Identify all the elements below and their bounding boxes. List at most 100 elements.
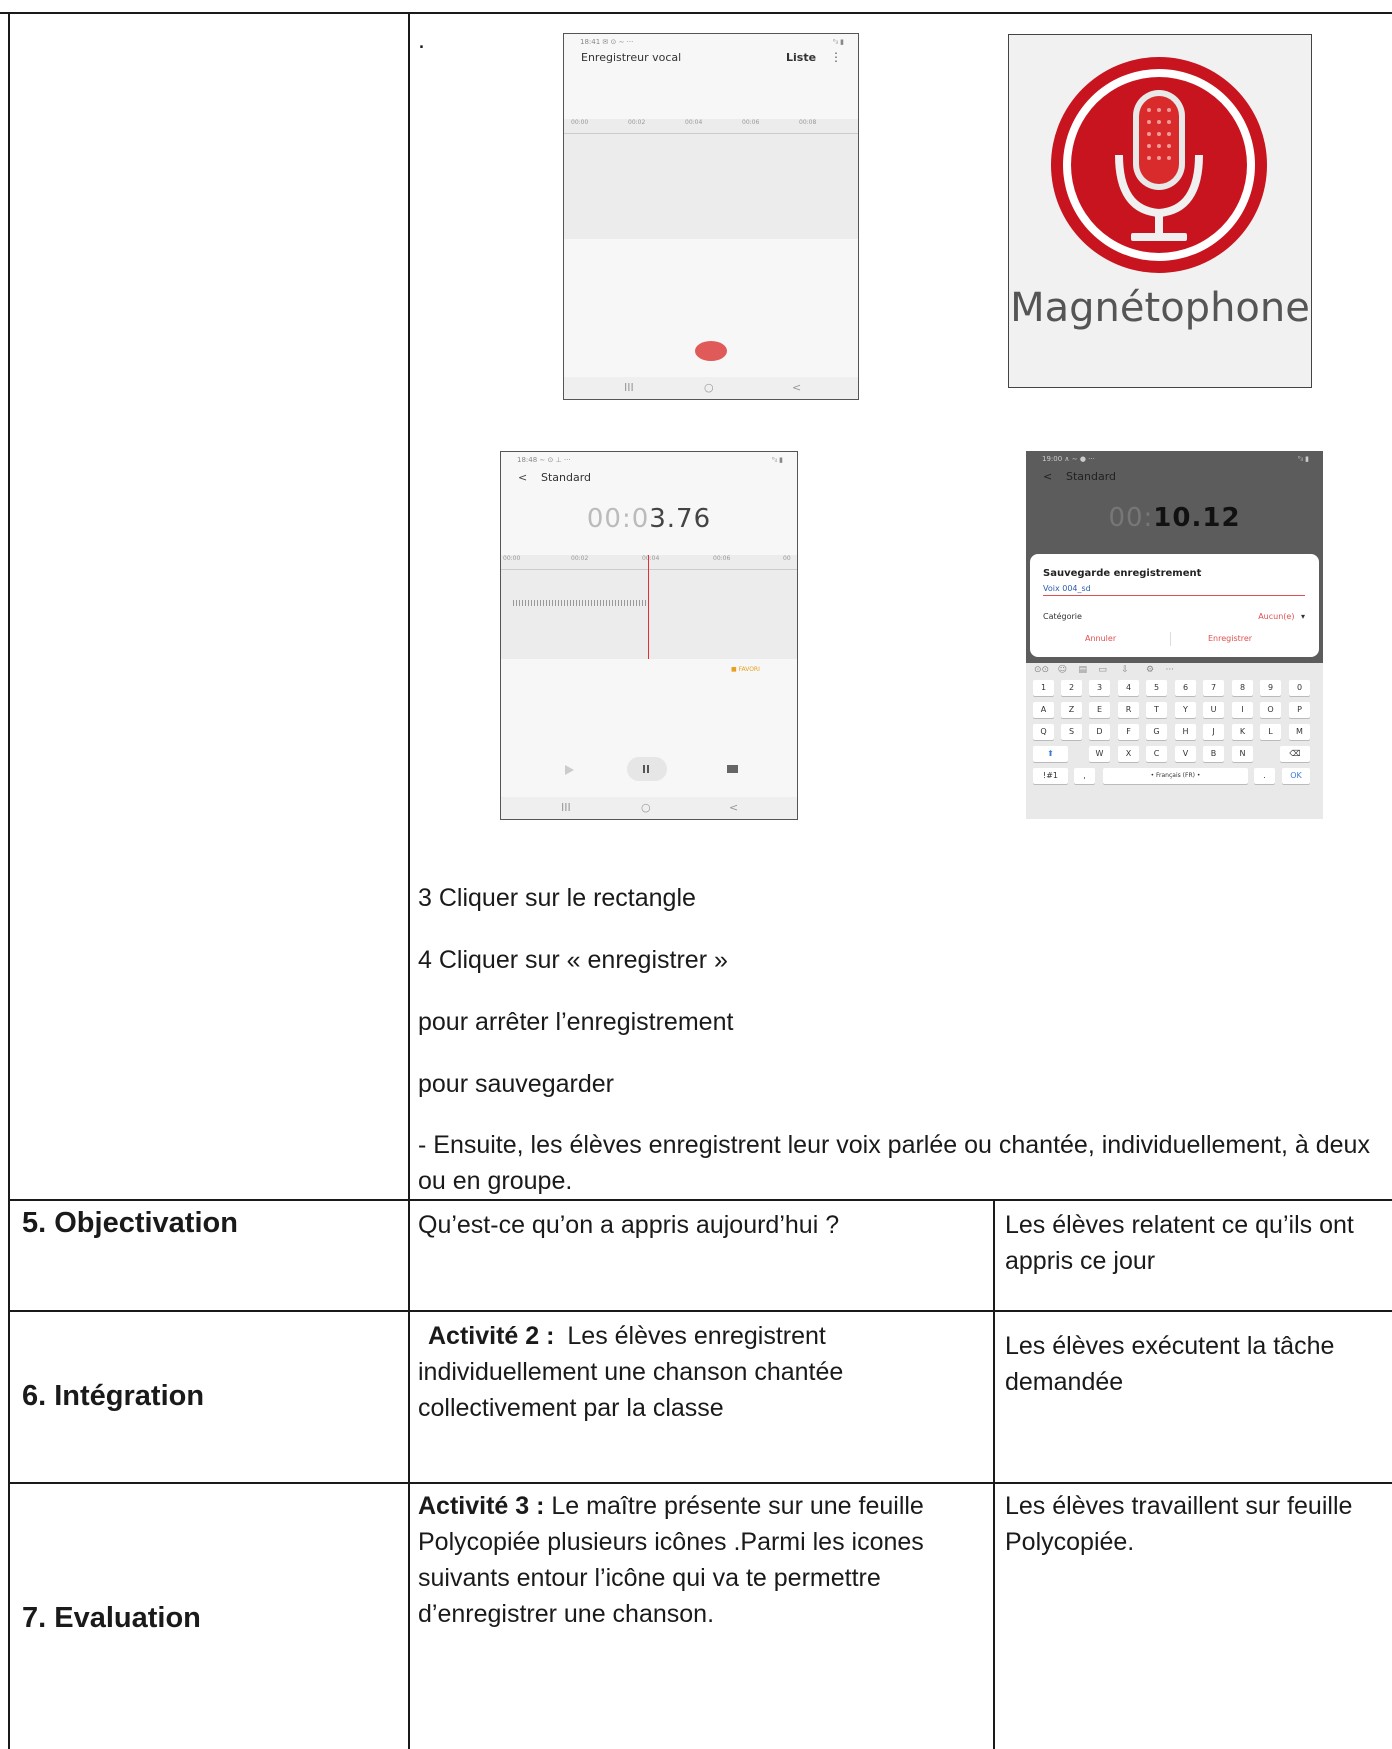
back-icon[interactable]: < — [792, 381, 801, 394]
home-icon[interactable]: ○ — [704, 381, 714, 394]
integration-response: Les élèves exécutent la tâche demandée — [1005, 1332, 1335, 1396]
key[interactable]: Q — [1033, 724, 1054, 740]
tick-label: 00 — [783, 555, 791, 562]
home-icon[interactable]: ○ — [641, 801, 651, 814]
filename-input[interactable]: Voix 004_sd — [1043, 584, 1305, 596]
key[interactable]: W — [1089, 746, 1110, 762]
back-arrow-icon[interactable]: < — [1043, 470, 1052, 483]
key[interactable]: R — [1118, 702, 1139, 718]
waveform — [513, 600, 648, 606]
navigation-bar: III ○ < — [501, 797, 797, 819]
navigation-bar: III ○ < — [564, 377, 858, 399]
timer-light-digits: 00: — [1108, 503, 1154, 533]
recording-title: Standard — [541, 471, 592, 484]
space-key[interactable]: • Français (FR) • — [1103, 768, 1248, 784]
key[interactable]: 4 — [1118, 680, 1139, 696]
key[interactable]: 3 — [1089, 680, 1110, 696]
save-text: pour sauvegarder — [418, 1070, 614, 1098]
stop-icon[interactable] — [727, 765, 738, 773]
recent-apps-icon[interactable]: III — [624, 381, 634, 394]
period-key[interactable]: . — [1254, 768, 1275, 784]
category-dropdown[interactable]: Aucun(e) ▾ — [1258, 612, 1305, 621]
step-4-text: 4 Cliquer sur « enregistrer » — [418, 946, 728, 974]
table-border-top — [0, 12, 1392, 14]
back-arrow-icon[interactable]: < — [518, 471, 527, 484]
shift-key[interactable]: ⬆ — [1033, 746, 1068, 762]
symbols-key[interactable]: !#1 — [1033, 768, 1068, 784]
timeline-ticks: 00:00 00:02 00:04 00:06 00:08 — [564, 119, 858, 134]
playhead — [648, 555, 649, 659]
play-icon[interactable] — [565, 765, 574, 775]
stray-dot: . — [418, 26, 425, 54]
backspace-key[interactable]: ⌫ — [1280, 746, 1310, 762]
key[interactable]: H — [1175, 724, 1196, 740]
recent-apps-icon[interactable]: III — [561, 801, 571, 814]
integration-activity: Activité 2 : Les élèves enregistrent ind… — [418, 1318, 958, 1426]
key[interactable]: 8 — [1232, 680, 1253, 696]
phone-screenshot-recorder: 18:41 ✉ ⊙ ∼ ··· ⁰ᵢₗ ▮ Enregistreur vocal… — [563, 33, 859, 400]
key[interactable]: A — [1033, 702, 1054, 718]
recording-title: Standard — [1066, 470, 1117, 483]
key[interactable]: B — [1203, 746, 1224, 762]
tick-label: 00:06 — [713, 555, 731, 562]
students-record-text: - Ensuite, les élèves enregistrent leur … — [418, 1131, 1370, 1195]
key[interactable]: M — [1289, 724, 1310, 740]
evaluation-activity: Activité 3 : Le maître présente sur une … — [418, 1488, 988, 1632]
key[interactable]: K — [1232, 724, 1253, 740]
tick-label: 00:02 — [628, 119, 646, 126]
tick-label: 00:00 — [503, 555, 521, 562]
key[interactable]: X — [1118, 746, 1139, 762]
evaluation-response: Les élèves travaillent sur feuille Polyc… — [1005, 1492, 1353, 1556]
key[interactable]: 6 — [1175, 680, 1196, 696]
key[interactable]: P — [1289, 702, 1310, 718]
category-label: Catégorie — [1043, 612, 1082, 621]
key[interactable]: J — [1203, 724, 1224, 740]
dialog-divider — [1170, 632, 1171, 646]
cancel-button[interactable]: Annuler — [1085, 634, 1116, 643]
save-button[interactable]: Enregistrer — [1208, 634, 1252, 643]
key[interactable]: V — [1175, 746, 1196, 762]
key[interactable]: C — [1146, 746, 1167, 762]
key[interactable]: U — [1203, 702, 1224, 718]
key[interactable]: E — [1089, 702, 1110, 718]
comma-key[interactable]: , — [1074, 768, 1095, 784]
activity-2-label: Activité 2 : — [428, 1322, 555, 1350]
tick-label: 00:04 — [642, 555, 660, 562]
key[interactable]: Y — [1175, 702, 1196, 718]
magnetophone-label: Magnétophone — [1010, 285, 1310, 331]
key[interactable]: 7 — [1203, 680, 1224, 696]
status-bar: 18:48 ∼ ⊙ ⊥ ··· — [517, 456, 571, 464]
waveform-area: 00:00 00:02 00:04 00:06 00 — [501, 555, 797, 659]
record-button[interactable] — [695, 341, 727, 361]
key[interactable]: D — [1089, 724, 1110, 740]
key[interactable]: O — [1260, 702, 1281, 718]
key[interactable]: 5 — [1146, 680, 1167, 696]
pause-icon — [643, 765, 645, 773]
key[interactable]: T — [1146, 702, 1167, 718]
objectivation-question: Qu’est-ce qu’on a appris aujourd’hui ? — [418, 1211, 840, 1239]
row-divider-1 — [8, 1199, 1392, 1201]
status-bar-right: ⁰ᵢₗ ▮ — [832, 38, 844, 46]
key[interactable]: 1 — [1033, 680, 1054, 696]
save-dialog: Sauvegarde enregistrement Voix 004_sd Ca… — [1030, 554, 1319, 657]
timer-light-digits: 00:0 — [586, 504, 650, 534]
key[interactable]: 9 — [1260, 680, 1281, 696]
back-icon[interactable]: < — [729, 801, 738, 814]
overflow-menu-icon[interactable]: ⋮ — [830, 50, 842, 64]
key[interactable]: S — [1061, 724, 1082, 740]
favorite-tag[interactable]: ■ FAVORI — [731, 666, 760, 673]
tick-label: 00:04 — [685, 119, 703, 126]
tick-label: 00:08 — [799, 119, 817, 126]
pause-button[interactable] — [627, 757, 667, 781]
key[interactable]: 2 — [1061, 680, 1082, 696]
list-button[interactable]: Liste — [786, 51, 816, 64]
key[interactable]: L — [1260, 724, 1281, 740]
ok-key[interactable]: OK — [1282, 768, 1310, 784]
key[interactable]: N — [1232, 746, 1253, 762]
key[interactable]: 0 — [1289, 680, 1310, 696]
key[interactable]: I — [1232, 702, 1253, 718]
key[interactable]: F — [1118, 724, 1139, 740]
key[interactable]: G — [1146, 724, 1167, 740]
key[interactable]: Z — [1061, 702, 1082, 718]
status-bar: 18:41 ✉ ⊙ ∼ ··· — [580, 38, 634, 46]
